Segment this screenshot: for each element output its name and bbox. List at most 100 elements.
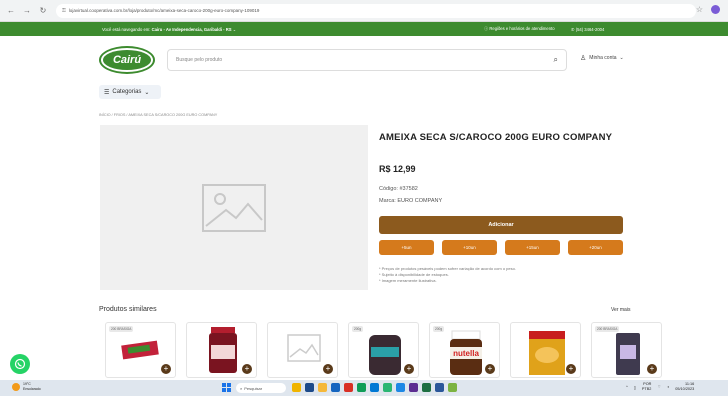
chevron-up-icon[interactable]: ^ [626,385,628,389]
note-line: * Imagem meramente ilustrativa. [379,278,437,283]
battery-icon[interactable]: ▯ [634,385,636,390]
store-icon[interactable] [396,383,405,392]
cairu-logo[interactable]: Cairú [99,46,155,74]
whatsapp-icon [14,358,26,370]
product-tag: 200g [352,326,364,332]
breadcrumb[interactable]: INÍCIO / FRIOS / AMEIXA SECA S/CAROCO 20… [99,113,217,117]
location-prefix: Você está navegando em: [102,26,152,32]
bookmark-star-icon[interactable]: ☆ [696,5,703,14]
add-icon[interactable]: + [485,364,495,374]
logo-text: Cairú [103,50,151,70]
windows-start-icon[interactable] [222,383,231,392]
forward-icon[interactable]: → [22,6,32,16]
add-icon[interactable]: + [242,364,252,374]
product-title: AMEIXA SECA S/CAROCO 200G EURO COMPANY [379,132,613,143]
address-bar[interactable]: ⚿ lojavirtual.cooperativa.com.br/loja/pr… [56,3,696,18]
reload-icon[interactable]: ↻ [38,6,48,16]
back-icon[interactable]: ← [6,6,16,16]
similar-products-list: 200 BRASIGA + + + 200g + 200g nutella + … [105,322,662,378]
image-placeholder-icon [202,183,266,232]
chevron-down-icon: ⌄ [144,89,150,96]
quantity-shortcuts: +5un +10un +15un +20un [379,240,623,255]
wifi-icon[interactable]: ⌔ [657,385,661,390]
chrome-icon[interactable] [344,383,353,392]
product-image [100,125,368,290]
add-icon[interactable]: + [161,364,171,374]
svg-text:nutella: nutella [453,349,479,358]
categories-label: Categorias [112,89,142,95]
app-icon[interactable] [357,383,366,392]
widgets-icon[interactable] [292,383,301,392]
language-layout: PTB2 [641,387,652,391]
word-icon[interactable] [435,383,444,392]
account-label: Minha conta [589,55,617,61]
product-brand: Marca: EURO COMPANY [379,198,443,204]
product-card[interactable]: 200g nutella + [429,322,500,378]
phone-number: (54) 3464-2004 [575,26,605,32]
product-tag: 200 BRASIGA [109,326,134,332]
file-explorer-icon[interactable] [318,383,327,392]
url-text: lojavirtual.cooperativa.com.br/loja/prod… [68,8,260,13]
whatsapp-app-icon[interactable] [383,383,392,392]
clock-date: 05/10/2023 [675,387,695,391]
store-location[interactable]: Você está navegando em: Cairu - Av Indep… [102,27,236,32]
add-15-button[interactable]: +15un [505,240,560,255]
whatsapp-button[interactable] [10,354,30,374]
lock-icon: ⚿ [62,7,66,14]
location-bar: Você está navegando em: Cairu - Av Indep… [0,22,728,36]
add-5-button[interactable]: +5un [379,240,434,255]
user-icon: ♙ [580,55,587,62]
profile-avatar[interactable] [711,5,720,14]
product-notes: * Preços de produtos pesáveis podem sofr… [379,266,516,284]
weather-desc: Ensolarado [23,387,41,391]
product-price: R$ 12,99 [379,164,416,174]
taskbar-search-label: Pesquisar [244,385,263,391]
app-icon[interactable] [448,383,457,392]
product-card[interactable]: + [186,322,257,378]
weather-widget[interactable]: 19°C Ensolarado [12,382,41,392]
windows-taskbar: 19°C Ensolarado ⌕ Pesquisar ^ ▯ POR PTB2… [0,380,728,396]
product-card[interactable]: + [510,322,581,378]
mail-icon[interactable] [370,383,379,392]
volume-icon[interactable]: ◖ [667,385,669,389]
add-icon[interactable]: + [323,364,333,374]
clock[interactable]: 11:16 05/10/2023 [675,382,694,392]
search-input[interactable]: Busque pelo produto ⌕ [167,49,567,71]
browser-toolbar: ← → ↻ ⚿ lojavirtual.cooperativa.com.br/l… [0,0,728,22]
phone-link[interactable]: ✆ (54) 3464-2004 [571,27,604,32]
search-placeholder: Busque pelo produto [176,57,223,63]
categories-button[interactable]: ☰ Categorias ⌄ [99,85,161,99]
product-card[interactable]: 200 BRASIGA + [591,322,662,378]
teams-icon[interactable] [409,383,418,392]
product-tag: 200 BRASIGA [595,326,620,332]
excel-icon[interactable] [422,383,431,392]
menu-icon: ☰ [104,89,110,96]
add-icon[interactable]: + [404,364,414,374]
add-icon[interactable]: + [566,364,576,374]
search-icon[interactable]: ⌕ [554,55,558,65]
location-name: Cairu - Av Independencia, Garibaldi - RS [151,26,232,32]
product-card[interactable]: 200 BRASIGA + [105,322,176,378]
taskbar-apps [292,383,457,392]
product-tag: 200g [433,326,445,332]
chevron-down-icon: ⌄ [619,55,624,61]
see-more-link[interactable]: Ver mais [611,307,630,313]
add-icon[interactable]: + [647,364,657,374]
similar-products-title: Produtos similares [99,306,157,313]
account-menu[interactable]: ♙ Minha conta ⌄ [580,54,624,62]
add-20-button[interactable]: +20un [568,240,623,255]
product-code: Código: #37582 [379,186,418,192]
search-icon: ⌕ [240,385,243,391]
service-hours-link[interactable]: ⓘ Regiões e horários de atendimento [484,26,555,32]
sun-icon [12,383,20,391]
service-hours-label: Regiões e horários de atendimento [489,26,555,31]
add-10-button[interactable]: +10un [442,240,497,255]
edge-icon[interactable] [331,383,340,392]
task-view-icon[interactable] [305,383,314,392]
product-card[interactable]: + [267,322,338,378]
language-indicator[interactable]: POR PTB2 [642,382,652,392]
product-card[interactable]: 200g + [348,322,419,378]
add-to-cart-button[interactable]: Adicionar [379,216,623,234]
system-tray: ^ ▯ POR PTB2 ⌔ ◖ 11:16 05/10/2023 [626,382,694,392]
taskbar-search[interactable]: ⌕ Pesquisar [236,383,286,393]
